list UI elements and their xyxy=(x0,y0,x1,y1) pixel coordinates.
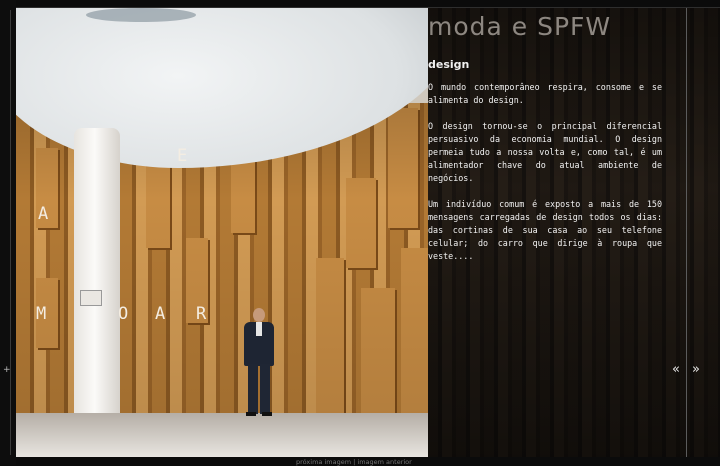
wall-letter: A xyxy=(155,304,166,324)
ceiling-light xyxy=(86,8,196,22)
paragraph: O design tornou-se o principal diferenci… xyxy=(428,121,662,183)
wall-letter: R xyxy=(196,304,207,324)
left-frame: + xyxy=(0,0,16,465)
plus-icon: + xyxy=(3,365,11,375)
previous-arrow-icon[interactable]: « xyxy=(672,363,680,376)
left-frame-rule xyxy=(10,10,11,455)
column-sign xyxy=(80,290,102,306)
paragraph: Um indivíduo comum é exposto a mais de 1… xyxy=(428,199,662,261)
featured-photo: E A M O A R xyxy=(16,8,428,457)
text-panel: moda e SPFW design O mundo contemporâneo… xyxy=(428,8,720,457)
wall-letter: M xyxy=(36,304,47,324)
standing-man xyxy=(242,308,276,418)
white-column xyxy=(74,128,120,428)
section-subtitle: design xyxy=(428,58,470,71)
panel-divider xyxy=(686,8,687,457)
floor xyxy=(16,413,428,457)
paragraph: O mundo contemporâneo respira, consome e… xyxy=(428,82,662,105)
next-arrow-icon[interactable]: » xyxy=(692,363,700,376)
page-title: moda e SPFW xyxy=(428,12,612,41)
wall-letter: O xyxy=(118,304,129,324)
wall-letter: A xyxy=(38,204,49,224)
article-body: O mundo contemporâneo respira, consome e… xyxy=(428,81,662,276)
wall-letter: E xyxy=(177,146,188,166)
